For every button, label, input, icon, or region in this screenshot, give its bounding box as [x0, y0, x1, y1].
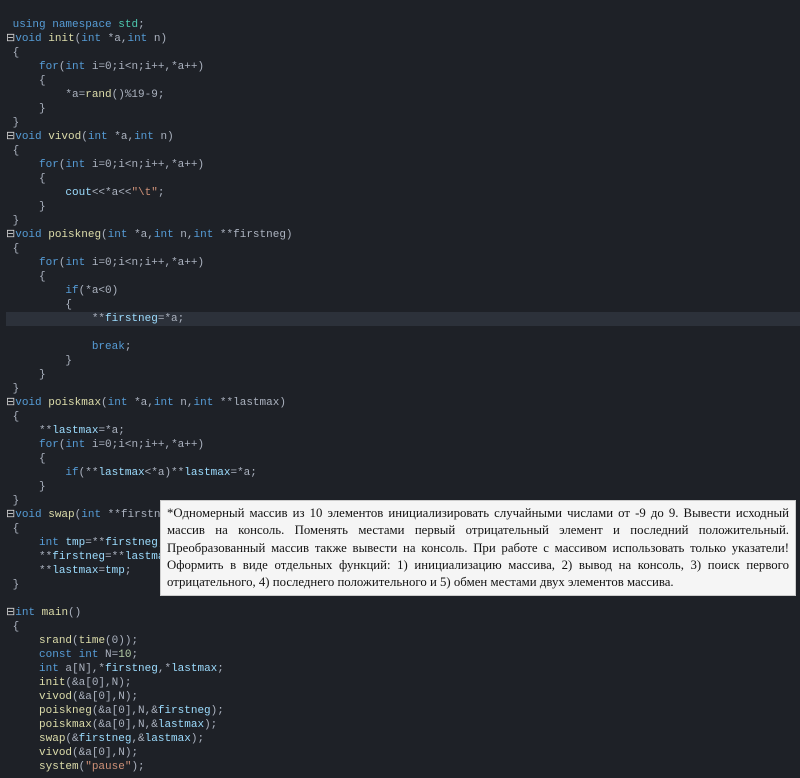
code-line: { [6, 75, 46, 87]
code-line: } [6, 369, 46, 381]
code-editor[interactable]: using namespace std; ⊟void init(int *a,i… [0, 0, 800, 778]
code-line: { [6, 621, 19, 633]
code-line: } [6, 117, 19, 129]
code-line: { [6, 271, 46, 283]
code-line: ⊟void init(int *a,int n) [6, 33, 167, 45]
code-line: { [6, 299, 72, 311]
namespace: std [118, 19, 138, 31]
keyword: namespace [52, 19, 111, 31]
code-line: { [6, 453, 46, 465]
code-line: break; [6, 341, 131, 353]
code-line-highlighted: **firstneg=*a; [6, 312, 800, 326]
code-line: **firstneg=**lastmax; [6, 551, 178, 563]
code-line: for(int i=0;i<n;i++,*a++) [6, 257, 204, 269]
code-line: for(int i=0;i<n;i++,*a++) [6, 61, 204, 73]
keyword: using [13, 19, 46, 31]
code-line: } [6, 103, 46, 115]
code-line: vivod(&a[0],N); [6, 691, 138, 703]
code-line: srand(time(0)); [6, 635, 138, 647]
code-line: ⊟void vivod(int *a,int n) [6, 131, 174, 143]
code-line: using namespace std; [6, 19, 145, 31]
code-line: } [6, 355, 72, 367]
code-line: const int N=10; [6, 649, 138, 661]
code-line: { [6, 173, 46, 185]
code-line: init(&a[0],N); [6, 677, 131, 689]
code-line: { [6, 523, 19, 535]
code-line: } [6, 495, 19, 507]
code-line: *a=rand()%19-9; [6, 89, 164, 101]
code-line: if(**lastmax<*a)**lastmax=*a; [6, 467, 257, 479]
code-line: { [6, 145, 19, 157]
code-line: if(*a<0) [6, 285, 118, 297]
code-line: } [6, 201, 46, 213]
code-line: vivod(&a[0],N); [6, 747, 138, 759]
code-line: } [6, 215, 19, 227]
code-line: int tmp=**firstneg; [6, 537, 164, 549]
code-line: } [6, 481, 46, 493]
code-line: cout<<*a<<"\t"; [6, 187, 164, 199]
code-line: poiskmax(&a[0],N,&lastmax); [6, 719, 217, 731]
code-line: **lastmax=*a; [6, 425, 125, 437]
code-line: poiskneg(&a[0],N,&firstneg); [6, 705, 224, 717]
code-line: ⊟int main() [6, 607, 81, 619]
code-line: swap(&firstneg,&lastmax); [6, 733, 204, 745]
code-line: { [6, 47, 19, 59]
code-line: } [6, 579, 19, 591]
code-line: int a[N],*firstneg,*lastmax; [6, 663, 224, 675]
code-line: } [6, 383, 19, 395]
task-description-overlay: *Одномерный массив из 10 элементов иници… [160, 500, 796, 596]
code-line: { [6, 243, 19, 255]
code-line: system("pause"); [6, 761, 145, 773]
code-line: for(int i=0;i<n;i++,*a++) [6, 159, 204, 171]
code-line: **lastmax=tmp; [6, 565, 131, 577]
code-line: { [6, 411, 19, 423]
code-line: ⊟void poiskneg(int *a,int n,int **firstn… [6, 229, 293, 241]
overlay-text: *Одномерный массив из 10 элементов иници… [167, 506, 789, 589]
code-line: for(int i=0;i<n;i++,*a++) [6, 439, 204, 451]
code-line: ⊟void poiskmax(int *a,int n,int **lastma… [6, 397, 286, 409]
